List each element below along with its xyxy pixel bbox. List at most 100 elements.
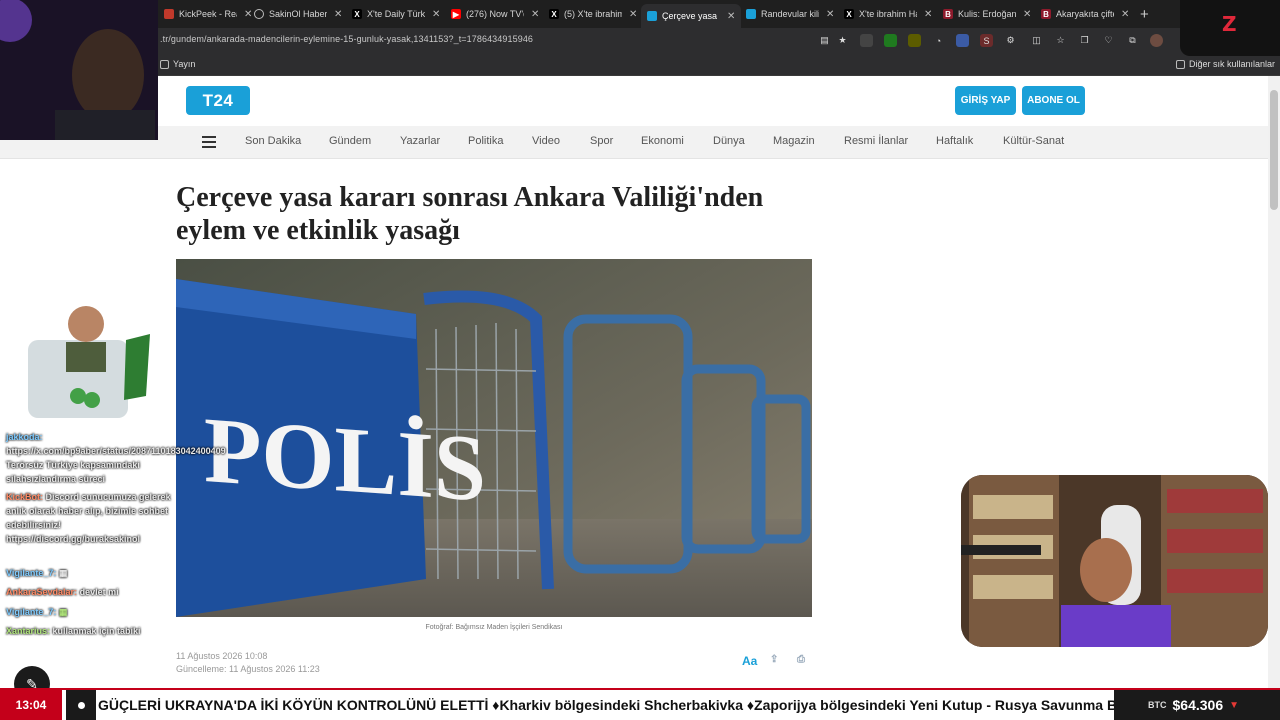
extension-icon[interactable] [884, 34, 897, 47]
emote-icon: ▦ [58, 607, 68, 617]
nav-item[interactable]: Politika [468, 135, 503, 147]
x-icon: X [352, 9, 362, 19]
other-favorites[interactable]: Diğer sık kullanılanlar [1176, 59, 1275, 69]
police-barrier-photo: POLİS [176, 259, 812, 617]
chat-message: jakkoda: https://x.com/bp9aber/status/20… [6, 432, 226, 484]
chat-message: AnkaraSevdalar: devlet mi [6, 587, 119, 597]
close-icon[interactable]: ✕ [334, 9, 342, 20]
t24-icon [746, 9, 756, 19]
nav-item[interactable]: Gündem [329, 135, 371, 147]
browser-tab[interactable]: KickPeek - Real-t✕ [158, 4, 258, 24]
split-view-icon[interactable]: ◫ [1030, 34, 1043, 47]
print-icon[interactable]: ⎙ [797, 654, 805, 665]
browser-tab[interactable]: Randevular kilitle✕ [740, 4, 840, 24]
brand-logo: Z [1222, 12, 1237, 36]
image-caption: Fotoğraf: Bağımsız Maden İşçileri Sendik… [425, 624, 563, 631]
chat-message: Xantarius: kullanmak için tabiki [6, 626, 141, 636]
close-icon[interactable]: ✕ [1023, 9, 1031, 20]
close-icon[interactable]: ✕ [826, 9, 834, 20]
close-icon[interactable]: ✕ [531, 9, 539, 20]
browser-tab[interactable]: X (5) X'te ibrahim H✕ [543, 4, 643, 24]
reader-icon[interactable]: ▤ [818, 34, 831, 47]
nav-item[interactable]: Haftalık [936, 135, 973, 147]
close-icon[interactable]: ✕ [629, 9, 637, 20]
browser-tab[interactable]: SakinOl Haber M✕ [248, 4, 348, 24]
b-icon: B [943, 9, 953, 19]
new-tab-icon[interactable]: + [1140, 6, 1149, 23]
collections-icon[interactable]: ❐ [1078, 34, 1091, 47]
emote-image [28, 306, 150, 418]
extensions-puzzle-icon[interactable]: ⚙ [1004, 34, 1017, 47]
published-date: 11 Ağustos 2026 10:08 [176, 651, 268, 661]
scroll-thumb[interactable] [1270, 90, 1278, 210]
address-bar: .tr/gundem/ankarada-madencilerin-eylemin… [0, 28, 1280, 54]
webcam-overlay-right [961, 475, 1268, 647]
nav-item[interactable]: Son Dakika [245, 135, 301, 147]
close-icon[interactable]: ✕ [1121, 9, 1129, 20]
chat-message: Vigilante_7: ▦ [6, 568, 68, 578]
streamer-webcam-image [961, 475, 1268, 647]
bookmark-star-icon[interactable]: ★ [836, 34, 849, 47]
article-title: Çerçeve yasa kararı sonrası Ankara Valil… [176, 182, 764, 246]
screenshot-icon[interactable]: ⧉ [1126, 34, 1139, 47]
font-size-button[interactable]: Aa [742, 654, 757, 668]
extension-icon[interactable]: ◔ [932, 34, 945, 47]
browser-tab-bar: KickPeek - Real-t✕ SakinOl Haber M✕ X X'… [0, 0, 1280, 28]
live-dot-icon [66, 690, 96, 720]
close-icon[interactable]: ✕ [727, 11, 735, 22]
browser-tab-active[interactable]: Çerçeve yasa karı✕ [641, 4, 742, 28]
url-field[interactable]: .tr/gundem/ankarada-madencilerin-eylemin… [160, 34, 533, 44]
close-icon[interactable]: ✕ [924, 9, 932, 20]
bookmark-item[interactable]: Yayın [160, 59, 195, 69]
share-icon[interactable]: ⇪ [770, 654, 778, 665]
nav-item[interactable]: Ekonomi [641, 135, 684, 147]
x-icon: X [844, 9, 854, 19]
emote-icon: ▦ [58, 568, 68, 578]
subscribe-button[interactable]: ABONE OL [1022, 86, 1085, 115]
main-nav: Son Dakika Gündem Yazarlar Politika Vide… [0, 126, 1268, 159]
article-hero-image[interactable]: POLİS [176, 259, 812, 617]
updated-date: Güncelleme: 11 Ağustos 2026 11:23 [176, 664, 320, 674]
ticker-clock: 13:04 [0, 690, 62, 720]
b-icon: B [1041, 9, 1051, 19]
stream-chat-overlay: jakkoda: https://x.com/bp9aber/status/20… [0, 296, 226, 688]
extension-icon[interactable] [908, 34, 921, 47]
site-logo[interactable]: T24 [186, 86, 250, 115]
nav-item[interactable]: Kültür-Sanat [1003, 135, 1064, 147]
t24-icon [647, 11, 657, 21]
login-button[interactable]: GİRİŞ YAP [955, 86, 1016, 115]
heart-icon[interactable]: ♡ [1102, 34, 1115, 47]
streamer-webcam-image [0, 0, 158, 140]
nav-item[interactable]: Magazin [773, 135, 815, 147]
folder-icon [1176, 59, 1185, 69]
browser-tab[interactable]: B Kulis: Erdoğan'da✕ [937, 4, 1037, 24]
kickpeek-icon [164, 9, 174, 19]
browser-tab[interactable]: ▶ (276) Now TV'de✕ [445, 4, 545, 24]
browser-tab[interactable]: X X'te Daily Türkist✕ [346, 4, 446, 24]
nav-item[interactable]: Yazarlar [400, 135, 440, 147]
translate-icon[interactable] [956, 34, 969, 47]
extension-icon[interactable]: S [980, 34, 993, 47]
news-ticker: 13:04 GÜÇLERİ UKRAYNA'DA İKİ KÖYÜN KONTR… [0, 688, 1280, 720]
page-scrollbar[interactable] [1268, 76, 1280, 688]
folder-icon [160, 59, 169, 69]
close-icon[interactable]: ✕ [432, 9, 440, 20]
youtube-icon: ▶ [451, 9, 461, 19]
browser-tab[interactable]: B Akaryakıta çifte z✕ [1035, 4, 1135, 24]
nav-item[interactable]: Dünya [713, 135, 745, 147]
chat-message: Vigilante_7: ▦ [6, 607, 68, 617]
webcam-overlay-left [0, 0, 158, 140]
globe-icon [254, 9, 264, 19]
nav-item[interactable]: Resmi İlanlar [844, 135, 908, 147]
nav-item[interactable]: Video [532, 135, 560, 147]
menu-icon[interactable] [202, 136, 216, 148]
down-arrow-icon: ▼ [1229, 699, 1240, 711]
nav-item[interactable]: Spor [590, 135, 613, 147]
x-icon: X [549, 9, 559, 19]
extension-icon[interactable] [860, 34, 873, 47]
screen: KickPeek - Real-t✕ SakinOl Haber M✕ X X'… [0, 0, 1280, 720]
browser-tab[interactable]: X X'te ibrahim Has✕ [838, 4, 938, 24]
btc-price-widget: BTC $64.306 ▼ [1114, 690, 1280, 720]
favorites-icon[interactable]: ☆ [1054, 34, 1067, 47]
profile-avatar[interactable] [1150, 34, 1163, 47]
